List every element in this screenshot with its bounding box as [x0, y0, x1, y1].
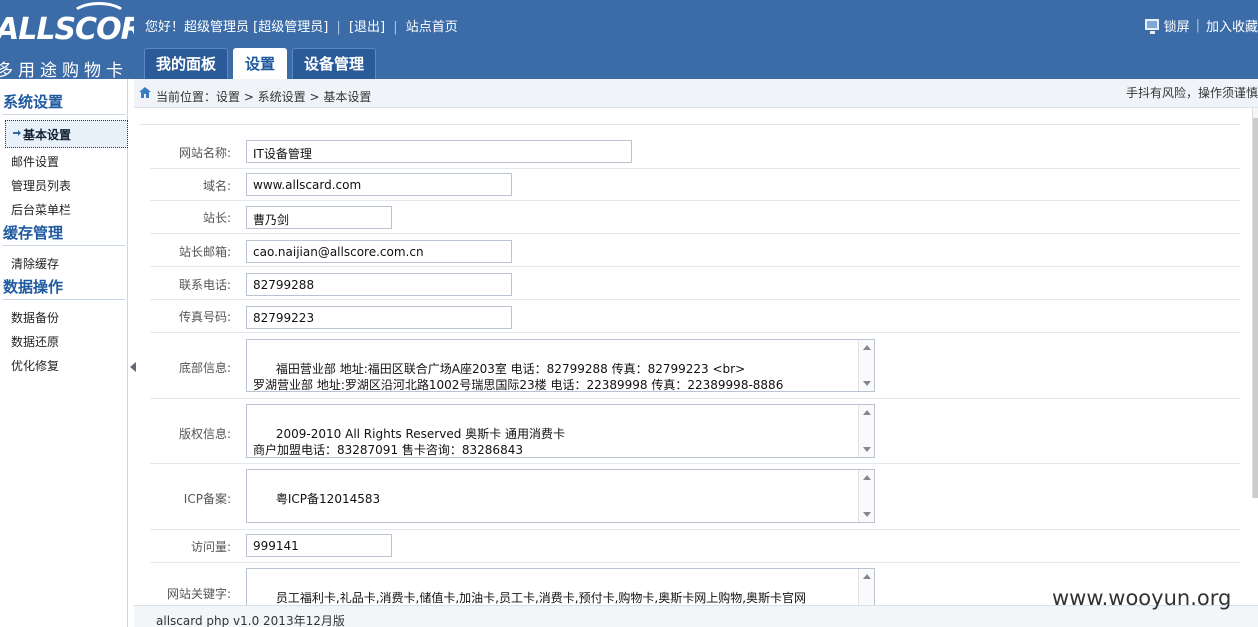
tab-settings[interactable]: 设置 [233, 48, 288, 79]
tab-my-panel[interactable]: 我的面板 [144, 48, 229, 79]
form-row-icp: ICP备案: 粤ICP备12014583 [150, 464, 1240, 530]
field-label: 站长: [202, 211, 231, 225]
textarea-content: 福田营业部 地址:福田区联合广场A座203室 电话：82799288 传真：82… [253, 362, 784, 392]
scrollbar[interactable] [858, 405, 874, 457]
email-input[interactable]: cao.naijian@allscore.com.cn [246, 240, 512, 263]
form-row-copyright: 版权信息: 2009-2010 All Rights Reserved 奥斯卡 … [150, 399, 1240, 464]
scroll-up-icon[interactable] [863, 574, 871, 579]
tab-device-management[interactable]: 设备管理 [292, 48, 377, 79]
form-row-email: 站长邮箱: cao.naijian@allscore.com.cn [150, 234, 1240, 267]
scrollbar[interactable] [858, 569, 874, 605]
settings-form: 网站名称: IT设备管理 域名: www.allscard.com 站长: 曹乃… [140, 108, 1254, 605]
field-label: 联系电话: [178, 278, 231, 292]
logo-text: ALLSCORE [0, 12, 134, 47]
form-row-fax: 传真号码: 82799223 [150, 300, 1240, 333]
scroll-down-icon[interactable] [863, 381, 871, 386]
divider [3, 245, 125, 246]
separator: | [1195, 18, 1200, 33]
phone-input[interactable]: 82799288 [246, 273, 512, 296]
divider [3, 299, 125, 300]
owner-input[interactable]: 曹乃剑 [246, 206, 392, 229]
field-label: 底部信息: [178, 361, 231, 375]
main-tabs: 我的面板 设置 设备管理 [144, 48, 377, 79]
arrow-right-icon [13, 130, 21, 136]
domain-input[interactable]: www.allscard.com [246, 173, 512, 196]
breadcrumb-bar: 当前位置：设置 > 系统设置 > 基本设置 手抖有风险，操作须谨慎 [134, 79, 1258, 108]
separator: | [393, 20, 398, 35]
logo[interactable]: ALLSCORE 多用途购物卡 [0, 0, 134, 79]
home-icon[interactable] [139, 87, 151, 98]
form-row-footer-info: 底部信息: 福田营业部 地址:福田区联合广场A座203室 电话：82799288… [150, 333, 1240, 399]
separator: | [336, 20, 341, 35]
sidebar-group-data-ops[interactable]: 数据操作 [3, 276, 63, 297]
scrollbar[interactable] [858, 340, 874, 391]
form-row-site-name: 网站名称: IT设备管理 [150, 136, 1240, 169]
header-actions: 锁屏 | 加入收藏 [1144, 16, 1258, 35]
textarea-content: 2009-2010 All Rights Reserved 奥斯卡 通用消费卡 … [253, 427, 565, 457]
sidebar-item-basic-settings[interactable]: 基本设置 [5, 120, 128, 148]
warning-text: 手抖有风险，操作须谨慎 [1125, 86, 1258, 100]
sidebar-item-label: 基本设置 [23, 128, 72, 142]
user-bar: 您好！超级管理员 [超级管理员] | [退出] | 站点首页 [145, 16, 458, 35]
sidebar-item-data-backup[interactable]: 数据备份 [11, 309, 59, 326]
greeting: 您好！超级管理员 [超级管理员] [145, 20, 329, 35]
site-home-link[interactable]: 站点首页 [406, 20, 458, 35]
icp-textarea[interactable]: 粤ICP备12014583 [246, 469, 875, 523]
scroll-up-icon[interactable] [863, 345, 871, 350]
monitor-icon [1144, 19, 1159, 34]
sidebar-item-backend-menu[interactable]: 后台菜单栏 [11, 201, 71, 218]
field-label: 站长邮箱: [178, 245, 231, 259]
sidebar-item-admin-list[interactable]: 管理员列表 [11, 177, 71, 194]
field-label: 传真号码: [178, 310, 231, 324]
visits-input[interactable]: 999141 [246, 534, 392, 557]
sidebar: 系统设置 基本设置 邮件设置 管理员列表 后台菜单栏 缓存管理 清除缓存 数据操… [0, 79, 128, 627]
footer-info-textarea[interactable]: 福田营业部 地址:福田区联合广场A座203室 电话：82799288 传真：82… [246, 339, 875, 392]
field-label: ICP备案: [183, 492, 231, 506]
breadcrumb: 当前位置：设置 > 系统设置 > 基本设置 [156, 90, 372, 104]
field-label: 访问量: [190, 540, 231, 554]
sidebar-item-data-restore[interactable]: 数据还原 [11, 333, 59, 350]
scroll-down-icon[interactable] [863, 512, 871, 517]
textarea-content: 粤ICP备12014583 [275, 492, 381, 506]
fax-input[interactable]: 82799223 [246, 306, 512, 329]
scroll-up-icon[interactable] [863, 410, 871, 415]
sidebar-item-mail-settings[interactable]: 邮件设置 [11, 153, 59, 170]
divider [3, 114, 125, 115]
sidebar-group-system-settings[interactable]: 系统设置 [3, 91, 63, 112]
scroll-up-icon[interactable] [863, 475, 871, 480]
watermark: www.wooyun.org [1052, 586, 1232, 610]
field-label: 域名: [202, 179, 231, 193]
scrollbar-thumb[interactable] [1253, 118, 1258, 498]
sidebar-group-cache[interactable]: 缓存管理 [3, 222, 63, 243]
form-row-phone: 联系电话: 82799288 [150, 267, 1240, 300]
collapse-sidebar-icon[interactable] [130, 362, 136, 372]
divider [140, 124, 1240, 125]
form-row-domain: 域名: www.allscard.com [150, 169, 1240, 201]
scroll-down-icon[interactable] [863, 447, 871, 452]
copyright-textarea[interactable]: 2009-2010 All Rights Reserved 奥斯卡 通用消费卡 … [246, 404, 875, 458]
logout-link[interactable]: [退出] [349, 20, 385, 35]
add-favorite-link[interactable]: 加入收藏 [1206, 16, 1258, 35]
lock-screen-link[interactable]: 锁屏 [1164, 16, 1190, 35]
field-label: 版权信息: [178, 427, 231, 441]
form-row-visits: 访问量: 999141 [150, 530, 1240, 563]
site-name-input[interactable]: IT设备管理 [246, 140, 632, 163]
field-label: 网站名称: [178, 146, 231, 160]
form-row-owner: 站长: 曹乃剑 [150, 201, 1240, 234]
logo-subtitle: 多用途购物卡 [0, 61, 128, 79]
scrollbar[interactable] [858, 470, 874, 522]
field-label: 网站关键字: [166, 587, 231, 601]
textarea-content: 员工福利卡,礼品卡,消费卡,储值卡,加油卡,员工卡,消费卡,预付卡,购物卡,奥斯… [275, 591, 807, 605]
sidebar-item-clear-cache[interactable]: 清除缓存 [11, 255, 59, 272]
page-scrollbar[interactable] [1252, 108, 1258, 498]
sidebar-item-optimize-repair[interactable]: 优化修复 [11, 357, 59, 374]
header: ALLSCORE 多用途购物卡 您好！超级管理员 [超级管理员] | [退出] … [0, 0, 1258, 79]
version-text: allscard php v1.0 2013年12月版 [156, 614, 345, 627]
keywords-textarea[interactable]: 员工福利卡,礼品卡,消费卡,储值卡,加油卡,员工卡,消费卡,预付卡,购物卡,奥斯… [246, 568, 875, 605]
